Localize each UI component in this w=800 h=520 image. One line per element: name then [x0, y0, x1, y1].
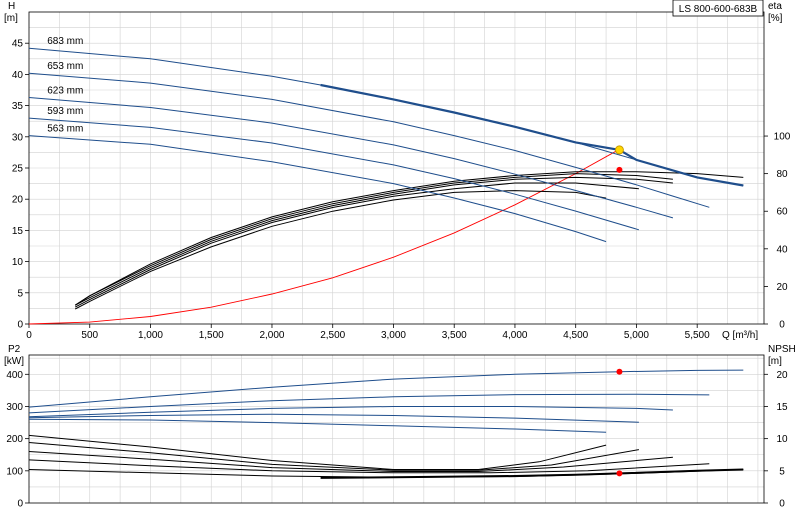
y-left-axis-title: H — [8, 1, 15, 12]
x-tick-label: 500 — [81, 330, 98, 341]
y-right-tick-label: 20 — [776, 282, 788, 293]
y-left-axis-unit: [m] — [4, 13, 18, 24]
x-tick-label: 5,000 — [624, 330, 649, 341]
efficiency-curve — [74, 182, 639, 308]
y-left-tick-label: 15 — [12, 226, 24, 237]
y-left-tick-label: 40 — [12, 70, 24, 81]
title-box: LS 800-600-683B — [672, 0, 764, 17]
y-left-tick-label: 300 — [6, 402, 23, 413]
x-tick-label: 2,000 — [259, 330, 284, 341]
power-curve — [28, 393, 710, 414]
y-left-tick-label: 45 — [12, 39, 24, 50]
x-tick-label: 5,500 — [685, 330, 710, 341]
y-right-tick-label: 15 — [776, 402, 788, 413]
y-left-tick-label: 100 — [6, 466, 23, 477]
system-curve — [28, 148, 620, 325]
power-curve — [28, 418, 607, 433]
x-tick-label: 4,000 — [502, 330, 527, 341]
x-tick-label: 2,500 — [320, 330, 345, 341]
y-right-tick-label: 20 — [776, 370, 788, 381]
y-left-tick-label: 200 — [6, 434, 23, 445]
x-tick-label: 1,000 — [138, 330, 163, 341]
y-right-axis-unit: [m] — [768, 356, 782, 367]
x-tick-label: 3,500 — [442, 330, 467, 341]
head-curve-label: 563 mm — [47, 124, 83, 135]
pump-curve-chart: 051015202530354045020406080100H[m]eta[%]… — [4, 0, 796, 510]
npsh-point-marker — [616, 470, 623, 477]
power-npsh-plot: 0 100 200 300 400 0 5 10 15 20 P2[kW] NPSH[m] — [4, 344, 796, 510]
y-left-tick-label: 30 — [12, 132, 24, 143]
npsh-curve — [28, 442, 639, 471]
efficiency-curve — [74, 176, 673, 306]
efficiency-curve — [74, 190, 607, 310]
y-right-tick-label: 0 — [779, 499, 785, 510]
y-right-axis-title: NPSH — [768, 344, 796, 355]
efficiency-point-marker — [616, 166, 623, 173]
y-left-tick-label: 400 — [6, 370, 23, 381]
y-left-tick-label: 0 — [17, 320, 23, 331]
plot-frame — [28, 354, 765, 504]
y-left-axis-title: P2 — [8, 344, 21, 355]
chart-title: LS 800-600-683B — [679, 4, 758, 15]
head-curve-label: 683 mm — [47, 36, 83, 47]
y-right-tick-label: 80 — [776, 169, 788, 180]
power-point-marker — [616, 368, 623, 375]
head-curve-label: 623 mm — [47, 85, 83, 96]
head-efficiency-plot: 0 5 10 15 20 25 30 35 40 45 0 20 40 60 80 100 H[m] eta[%]… — [4, 1, 791, 341]
x-tick-label: 3,000 — [381, 330, 406, 341]
y-right-tick-label: 40 — [776, 244, 788, 255]
power-curve — [28, 413, 639, 423]
y-left-tick-label: 35 — [12, 101, 24, 112]
y-left-tick-label: 5 — [17, 288, 23, 299]
y-right-tick-label: 10 — [776, 434, 788, 445]
head-curve-label: 593 mm — [47, 106, 83, 117]
y-right-axis-unit: [%] — [768, 13, 783, 24]
head-curve-label: 653 mm — [47, 61, 83, 72]
y-right-tick-label: 0 — [779, 320, 785, 331]
y-right-axis-title: eta — [768, 1, 782, 12]
y-left-tick-label: 20 — [12, 195, 24, 206]
y-right-tick-label: 5 — [779, 466, 785, 477]
y-left-tick-label: 10 — [12, 257, 24, 268]
x-tick-label: 0 — [26, 330, 32, 341]
y-right-tick-label: 60 — [776, 207, 788, 218]
y-left-tick-label: 25 — [12, 164, 24, 175]
x-axis-title: Q [m³/h] — [722, 330, 758, 341]
y-left-tick-label: 0 — [17, 499, 23, 510]
x-tick-label: 1,500 — [199, 330, 224, 341]
selected-head-curve — [320, 83, 744, 187]
operating-point-marker — [614, 145, 624, 155]
y-left-axis-unit: [kW] — [4, 356, 24, 367]
y-right-tick-label: 100 — [774, 132, 791, 143]
x-tick-label: 4,500 — [563, 330, 588, 341]
